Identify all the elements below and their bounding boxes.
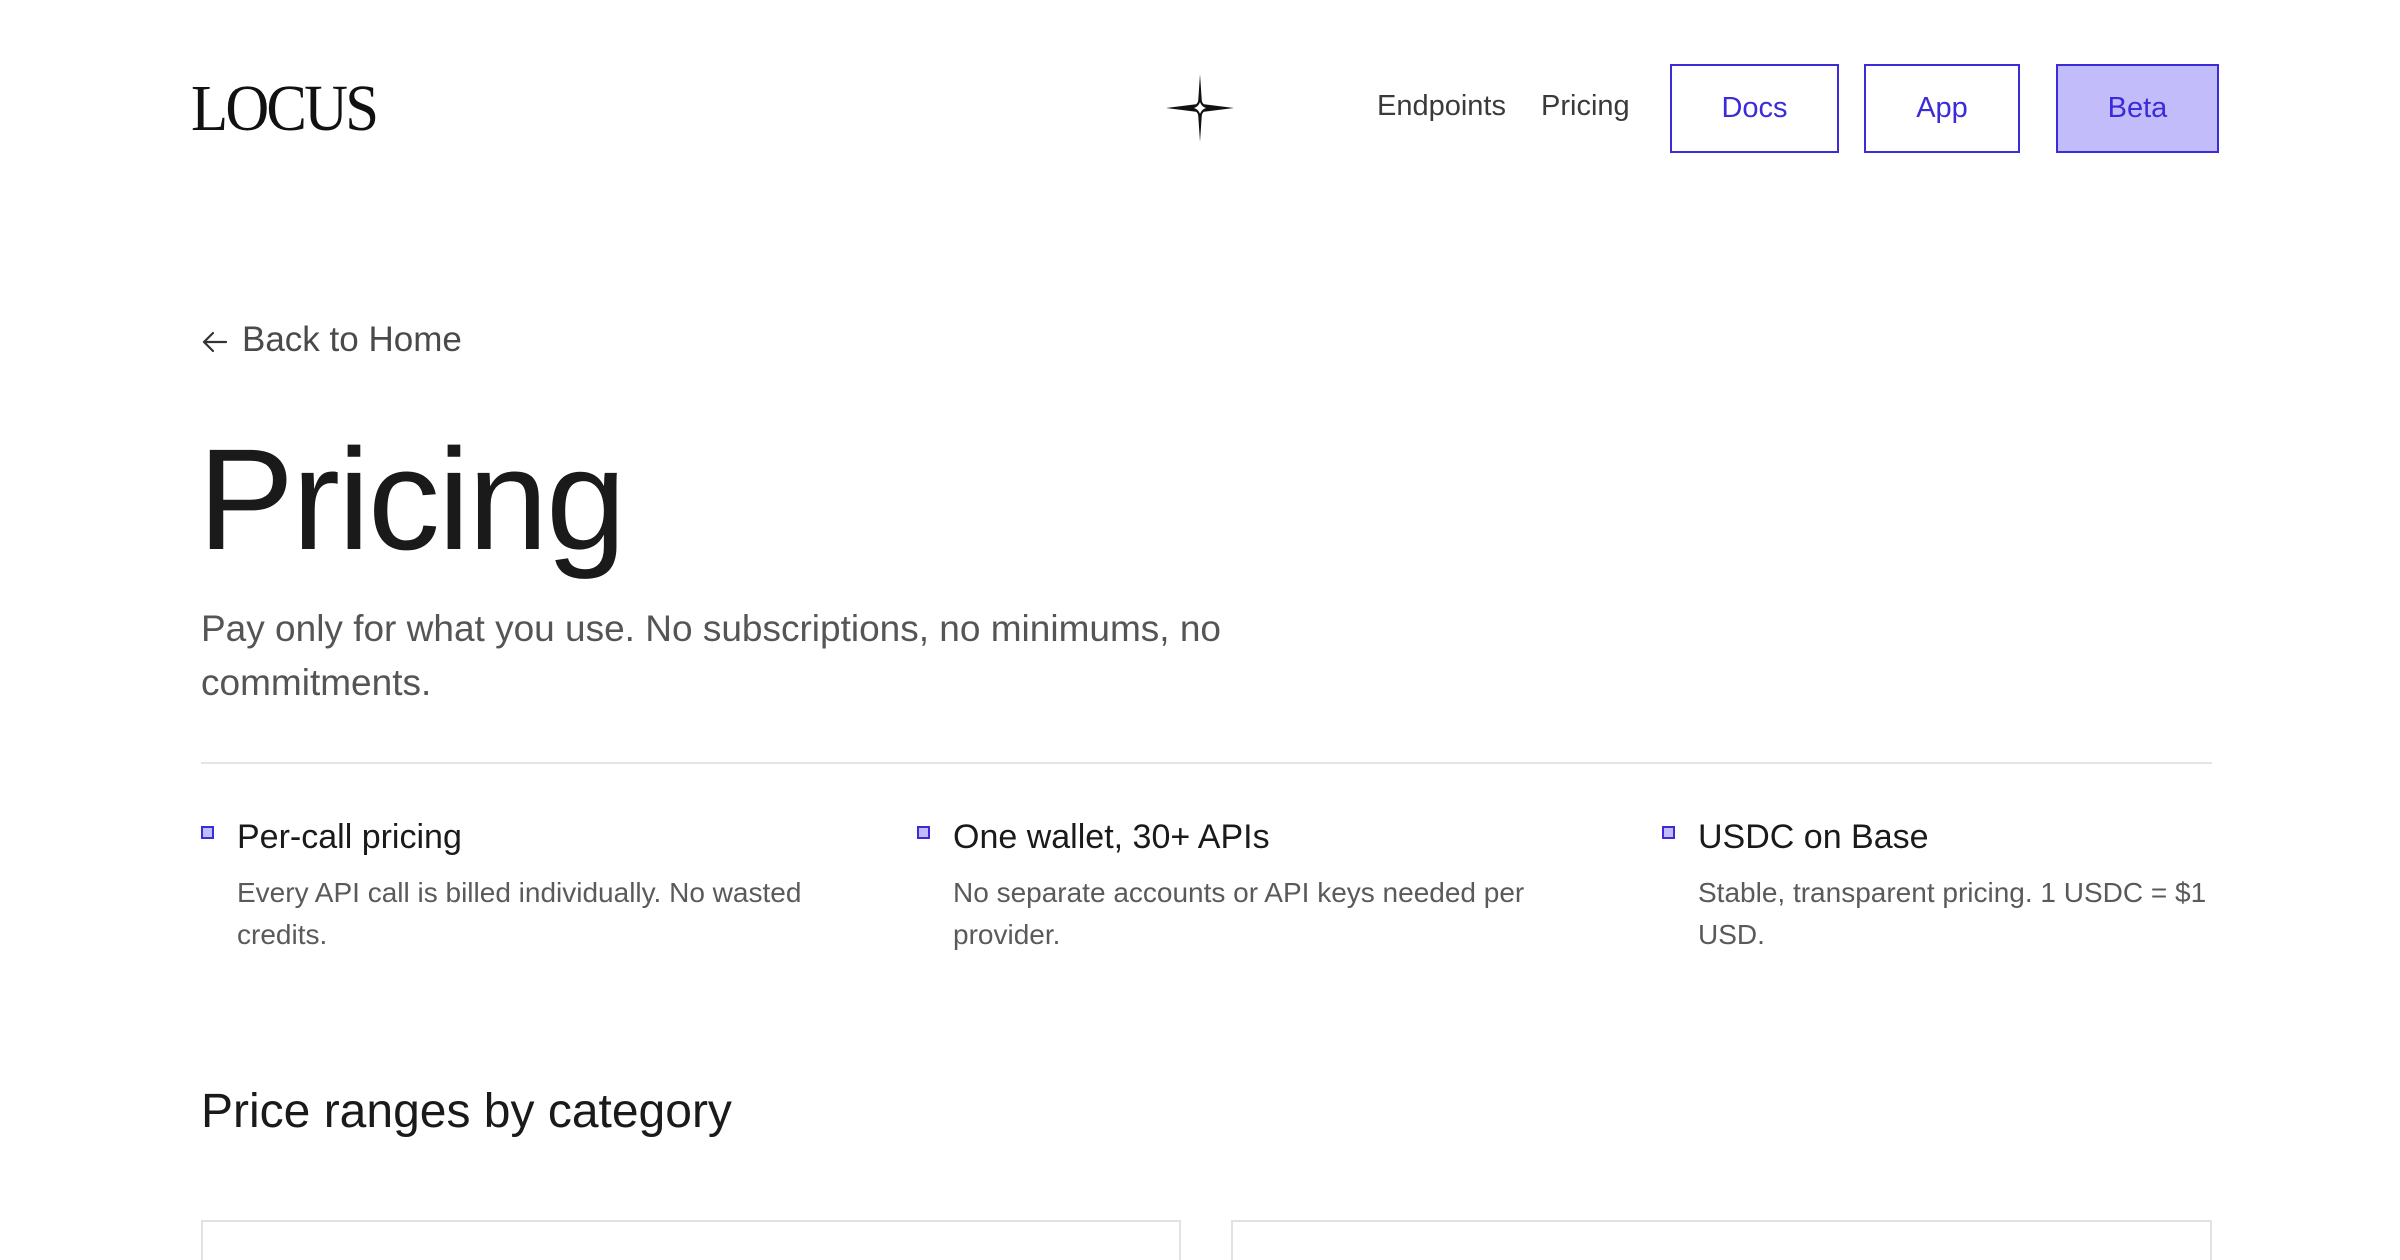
sparkle-icon (1166, 74, 1234, 142)
logo[interactable]: LOCUS (191, 72, 379, 146)
feature-per-call-pricing: Per-call pricing Every API call is bille… (201, 812, 841, 956)
app-button[interactable]: App (1864, 64, 2020, 153)
square-bullet-icon (201, 826, 214, 839)
feature-title: Per-call pricing (237, 818, 462, 856)
nav-pricing-link[interactable]: Pricing (1541, 88, 1630, 124)
section-divider (201, 762, 2212, 764)
category-card (1231, 1220, 2212, 1260)
nav-endpoints-link[interactable]: Endpoints (1377, 88, 1506, 124)
square-bullet-icon (1662, 826, 1675, 839)
docs-button[interactable]: Docs (1670, 64, 1839, 153)
pricing-page: LOCUS Endpoints Pricing Docs App Beta Ba… (0, 0, 2400, 1260)
square-bullet-icon (917, 826, 930, 839)
beta-button[interactable]: Beta (2056, 64, 2219, 153)
feature-description: No separate accounts or API keys needed … (953, 877, 1525, 950)
feature-usdc-on-base: USDC on Base Stable, transparent pricing… (1662, 812, 2222, 956)
page-subtitle: Pay only for what you use. No subscripti… (201, 608, 1222, 703)
price-ranges-heading: Price ranges by category (201, 1085, 732, 1138)
feature-description: Every API call is billed individually. N… (237, 877, 802, 950)
feature-description: Stable, transparent pricing. 1 USDC = $1… (1698, 877, 2207, 950)
page-title: Pricing (198, 419, 626, 580)
feature-title: One wallet, 30+ APIs (953, 818, 1270, 856)
back-link-label: Back to Home (242, 320, 462, 359)
category-card (201, 1220, 1181, 1260)
back-to-home-link[interactable]: Back to Home (200, 320, 462, 360)
arrow-left-icon (202, 331, 228, 353)
feature-title: USDC on Base (1698, 818, 1929, 856)
feature-one-wallet: One wallet, 30+ APIs No separate account… (917, 812, 1557, 956)
